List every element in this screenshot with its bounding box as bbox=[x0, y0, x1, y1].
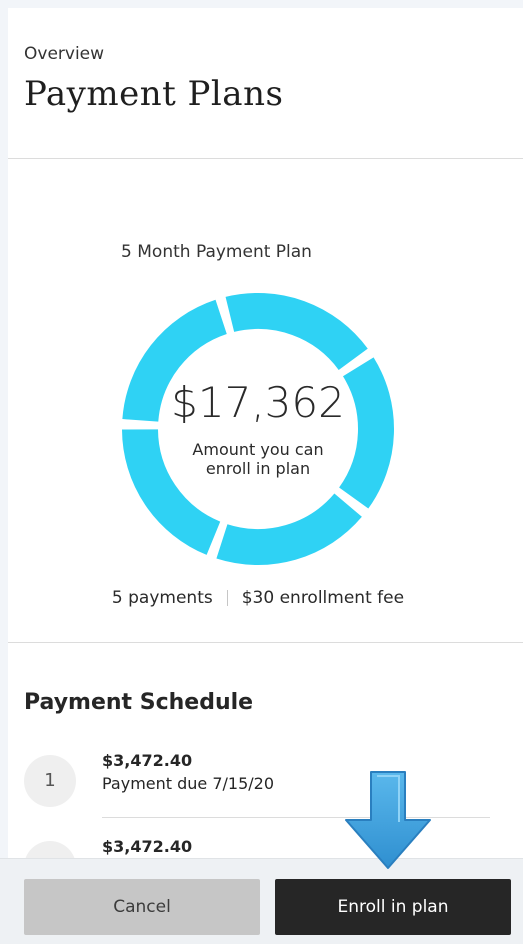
page-title: Payment Plans bbox=[24, 74, 284, 114]
plan-amount: $17,362 bbox=[171, 378, 345, 427]
plan-name: 5 Month Payment Plan bbox=[121, 242, 312, 262]
schedule-item-due: Payment due 7/15/20 bbox=[102, 774, 275, 793]
plan-summary: 5 Month Payment Plan $17,362 Amount you … bbox=[8, 159, 523, 643]
arrow-shape bbox=[345, 771, 431, 869]
app-frame: Overview Payment Plans 5 Month Payment P… bbox=[0, 0, 523, 944]
payments-count: 5 payments bbox=[111, 588, 213, 608]
cancel-button[interactable]: Cancel bbox=[24, 879, 260, 935]
schedule-title: Payment Schedule bbox=[24, 690, 254, 715]
enroll-in-plan-button[interactable]: Enroll in plan bbox=[275, 879, 511, 935]
page-header: Overview Payment Plans bbox=[8, 8, 523, 159]
schedule-item-amount: $3,472.40 bbox=[102, 751, 193, 770]
amount-caption-line-2: enroll in plan bbox=[205, 459, 311, 478]
arrow-down-icon bbox=[345, 771, 431, 869]
donut-segment bbox=[216, 493, 362, 565]
payment-plans-panel: Overview Payment Plans 5 Month Payment P… bbox=[8, 8, 523, 944]
schedule-item-number: 1 bbox=[24, 755, 76, 807]
plan-donut-chart bbox=[122, 293, 394, 565]
schedule-item-amount: $3,472.40 bbox=[102, 837, 193, 856]
amount-caption-line-1: Amount you can bbox=[192, 440, 324, 459]
plan-meta: 5 payments $30 enrollment fee bbox=[8, 588, 508, 608]
meta-separator bbox=[226, 590, 228, 606]
plan-amount-caption: Amount you can enroll in plan bbox=[158, 440, 358, 478]
action-footer: Cancel Enroll in plan bbox=[0, 858, 523, 944]
donut-segment bbox=[225, 293, 368, 371]
breadcrumb-overview[interactable]: Overview bbox=[24, 44, 104, 64]
enrollment-fee: $30 enrollment fee bbox=[241, 588, 405, 608]
